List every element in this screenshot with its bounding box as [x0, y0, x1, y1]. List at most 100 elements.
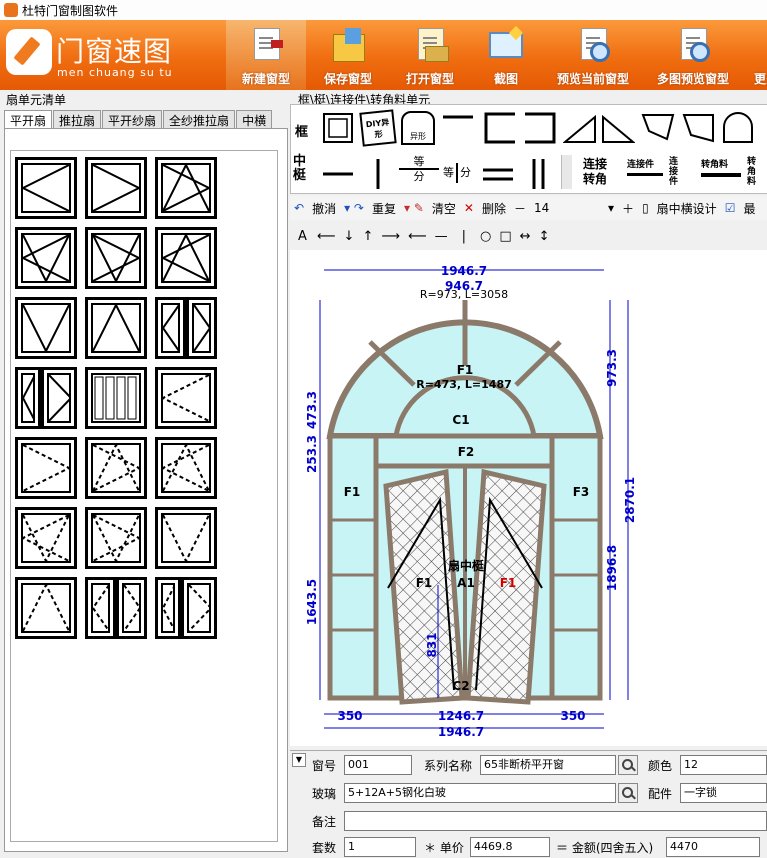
frame-c-right[interactable]	[523, 111, 557, 145]
palette-scroll[interactable]	[561, 155, 572, 189]
sash-unit[interactable]	[155, 577, 181, 639]
sash-unit[interactable]	[15, 157, 77, 219]
more-tool-button[interactable]: 最	[743, 200, 755, 217]
arrow-up-tool-icon[interactable]: ↑	[362, 229, 373, 244]
sash-unit[interactable]	[155, 507, 217, 569]
mullion-v[interactable]	[361, 157, 395, 191]
sash-unit[interactable]	[155, 157, 217, 219]
tab-full-screen-sliding[interactable]: 全纱推拉扇	[163, 110, 236, 128]
sash-unit[interactable]	[85, 507, 147, 569]
dim-h-tool-icon[interactable]: ↔	[520, 229, 531, 244]
color-field[interactable]: 12	[680, 755, 767, 775]
size-select-arrow-icon[interactable]: ▾	[608, 201, 614, 215]
sash-unit[interactable]	[186, 297, 217, 359]
undo-button[interactable]: 撤消	[312, 200, 336, 217]
arrow-right-tool-icon[interactable]: ⟶	[381, 229, 400, 244]
sash-unit[interactable]	[85, 437, 147, 499]
sash-unit[interactable]	[15, 577, 77, 639]
preview-icon	[576, 26, 610, 62]
redo-button[interactable]: 重复	[372, 200, 396, 217]
circle-tool-icon[interactable]: ○	[480, 229, 491, 244]
series-search-icon[interactable]	[618, 755, 638, 775]
mullion-h[interactable]	[321, 157, 355, 191]
label-c2: C2	[452, 679, 469, 693]
rect-tool-icon[interactable]: □	[499, 229, 511, 244]
sash-unit[interactable]	[85, 367, 147, 429]
sash-unit[interactable]	[15, 227, 77, 289]
fittings-field[interactable]: 一字锁	[680, 783, 767, 803]
tab-casement-screen[interactable]: 平开纱扇	[102, 110, 163, 128]
sash-unit[interactable]	[116, 577, 147, 639]
delete-button[interactable]: 删除	[482, 200, 506, 217]
sash-unit[interactable]	[85, 577, 116, 639]
mullion-equal-v[interactable]: 等分	[443, 163, 477, 197]
window-no-field[interactable]: 001	[344, 755, 412, 775]
tab-transom[interactable]: 中横	[236, 110, 273, 128]
size-increase-button[interactable]: ＋	[622, 200, 634, 217]
mullion-double-h[interactable]	[481, 157, 515, 191]
save-window-button[interactable]: 保存窗型	[310, 20, 386, 90]
sash-unit[interactable]	[15, 437, 77, 499]
sash-unit[interactable]	[155, 367, 217, 429]
line-v-tool-icon[interactable]: |	[462, 229, 466, 244]
connect-corner-item[interactable]: 连接 转角	[583, 157, 623, 191]
frame-trap-left[interactable]	[563, 111, 597, 145]
corner-bar-h[interactable]: 转角料	[701, 157, 741, 191]
line-h-tool-icon[interactable]: —	[435, 229, 448, 244]
glass-search-icon[interactable]	[618, 783, 638, 803]
remark-field[interactable]	[344, 811, 767, 831]
sash-unit[interactable]	[15, 367, 41, 429]
qty-field[interactable]: 1	[344, 837, 416, 857]
sash-unit[interactable]	[181, 577, 217, 639]
sash-unit[interactable]	[15, 297, 77, 359]
dim-v-tool-icon[interactable]: ↕	[539, 229, 550, 244]
price-field[interactable]: 4469.8	[470, 837, 550, 857]
sash-unit[interactable]	[41, 367, 77, 429]
frame-top-bar[interactable]	[441, 111, 475, 145]
collapse-icon[interactable]: ▼	[292, 753, 306, 767]
sash-mullion-button[interactable]: 扇中横设计	[657, 200, 717, 217]
multi-preview-button[interactable]: 多图预览窗型	[646, 20, 740, 90]
drawing-canvas[interactable]: 1946.7 946.7 R=973, L=3058 F1 R=473, L=1…	[290, 250, 767, 746]
connector-h[interactable]: 连接件	[627, 157, 663, 191]
frame-quad[interactable]	[681, 111, 715, 145]
special-shape[interactable]: 异形	[401, 111, 435, 145]
arrow-left-tool-icon[interactable]: ⟵	[317, 229, 336, 244]
preview-current-button[interactable]: 预览当前窗型	[546, 20, 640, 90]
mullion-equal-h[interactable]: 等分	[399, 155, 439, 189]
series-field[interactable]: 65非断桥平开窗	[480, 755, 616, 775]
size-select[interactable]: 14	[534, 201, 600, 215]
frame-c-left[interactable]	[483, 111, 517, 145]
frame-rect-shape[interactable]	[321, 111, 355, 145]
sash-unit[interactable]	[155, 437, 217, 499]
arrow-down-tool-icon[interactable]: ↓	[344, 229, 355, 244]
frame-trap-right[interactable]	[601, 111, 635, 145]
open-window-button[interactable]: 打开窗型	[392, 20, 468, 90]
sash-tabs: 平开扇 推拉扇 平开纱扇 全纱推拉扇 中横	[4, 110, 273, 130]
glass-field[interactable]: 5+12A+5钢化白玻	[344, 783, 616, 803]
new-window-button[interactable]: 新建窗型	[226, 20, 306, 90]
size-decrease-button[interactable]: －	[514, 200, 526, 217]
sash-unit[interactable]	[155, 297, 186, 359]
arrow-left2-tool-icon[interactable]: ⟵	[408, 229, 427, 244]
logo-pinyin: men chuang su tu	[57, 66, 173, 79]
sash-unit[interactable]	[155, 227, 217, 289]
frame-arch[interactable]	[721, 111, 755, 145]
frame-pentagon[interactable]	[641, 111, 675, 145]
screenshot-button[interactable]: 截图	[476, 20, 536, 90]
text-tool[interactable]: A	[298, 229, 307, 244]
sash-unit[interactable]	[85, 227, 147, 289]
more-button[interactable]: 更多	[746, 20, 767, 90]
connector-v[interactable]: 连接件	[669, 157, 683, 191]
sash-unit[interactable]	[15, 507, 77, 569]
mullion-double-v[interactable]	[521, 157, 555, 191]
sash-unit[interactable]	[85, 157, 147, 219]
clear-button[interactable]: 清空	[432, 200, 456, 217]
dim-bottom-total: 1946.7	[438, 725, 484, 739]
corner-bar-v[interactable]: 转角料	[747, 157, 761, 191]
amount-field[interactable]: 4470	[666, 837, 760, 857]
sash-unit[interactable]	[85, 297, 147, 359]
tab-casement-sash[interactable]: 平开扇	[4, 110, 53, 130]
tab-sliding-sash[interactable]: 推拉扇	[53, 110, 102, 128]
diy-shape[interactable]: DIY异形	[359, 109, 397, 147]
